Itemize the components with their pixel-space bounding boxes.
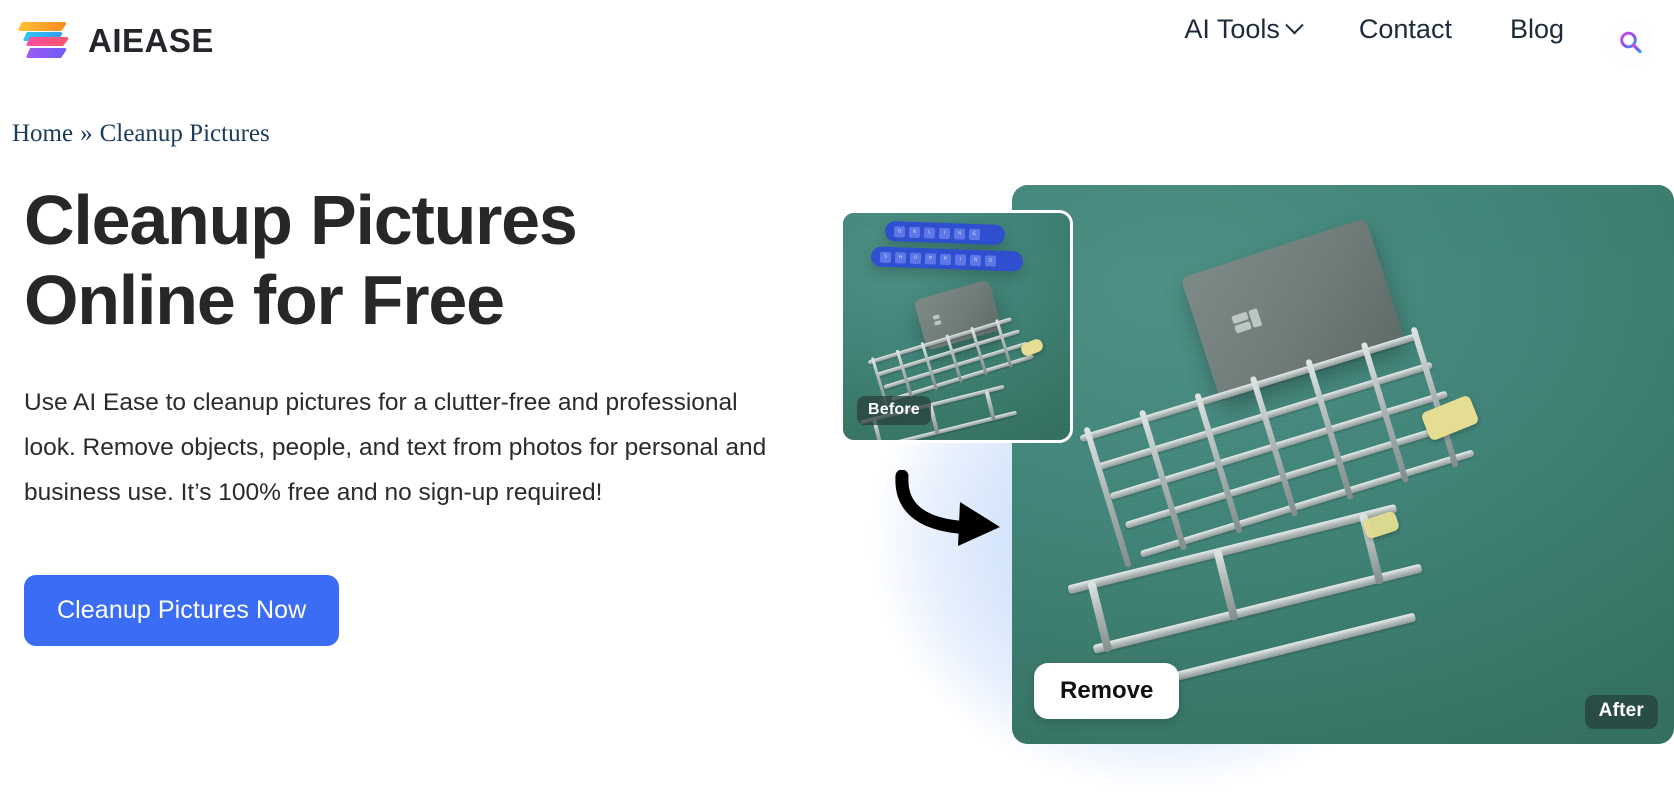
letter-tile: E <box>968 228 981 240</box>
site-header: AIEASE AI Tools Contact Blog <box>0 0 1674 88</box>
before-after-showcase: Remove After O N L I N E S H O P P I N G… <box>760 88 1674 808</box>
letter-tile: O <box>909 252 922 264</box>
page-title: Cleanup Pictures Online for Free <box>24 181 578 339</box>
breadcrumb-separator: » <box>80 120 93 147</box>
letter-tile: S <box>879 251 892 263</box>
nav-item-contact[interactable]: Contact <box>1359 14 1452 45</box>
brand-logo-link[interactable]: AIEASE <box>16 16 214 66</box>
search-icon <box>1617 29 1644 59</box>
chevron-down-icon <box>1285 16 1304 35</box>
nav-item-ai-tools-label: AI Tools <box>1184 14 1280 44</box>
before-badge: Before <box>857 396 931 425</box>
before-image: O N L I N E S H O P P I N G Before <box>840 210 1073 443</box>
letter-tile: G <box>984 254 997 267</box>
remove-button[interactable]: Remove <box>1034 663 1180 719</box>
letter-tile: I <box>954 253 967 266</box>
aiease-ribbon-logo-icon <box>16 16 74 66</box>
nav-item-blog[interactable]: Blog <box>1510 14 1564 45</box>
breadcrumb: Home » Cleanup Pictures <box>12 120 270 148</box>
letter-tile: L <box>923 226 936 239</box>
letter-tile: P <box>924 252 937 265</box>
breadcrumb-home-link[interactable]: Home <box>12 120 73 148</box>
after-image: Remove After <box>1012 185 1674 744</box>
letter-tile: H <box>894 251 907 264</box>
breadcrumb-current: Cleanup Pictures <box>99 120 270 147</box>
letter-tile: N <box>953 227 966 240</box>
hero-copy: Cleanup Pictures Online for Free Use AI … <box>24 180 814 646</box>
letter-tile: I <box>938 227 951 239</box>
curved-arrow-right-icon <box>892 469 1024 550</box>
primary-navigation: AI Tools Contact Blog <box>1184 14 1564 45</box>
cleanup-pictures-now-button[interactable]: Cleanup Pictures Now <box>24 575 340 646</box>
letter-tile: N <box>969 254 982 266</box>
letter-tiles-row-shopping: S H O P P I N G <box>870 246 1024 272</box>
after-badge: After <box>1584 695 1658 729</box>
brand-name: AIEASE <box>88 22 214 59</box>
letter-tile: N <box>908 226 921 238</box>
letter-tile: P <box>939 253 952 265</box>
nav-item-ai-tools[interactable]: AI Tools <box>1184 14 1304 45</box>
after-scene-objects <box>1012 185 1674 744</box>
hero-description: Use AI Ease to cleanup pictures for a cl… <box>24 389 767 506</box>
letter-tiles-row-online: O N L I N E <box>884 220 1006 246</box>
letter-tile: O <box>893 225 906 238</box>
search-button[interactable] <box>1606 20 1654 68</box>
